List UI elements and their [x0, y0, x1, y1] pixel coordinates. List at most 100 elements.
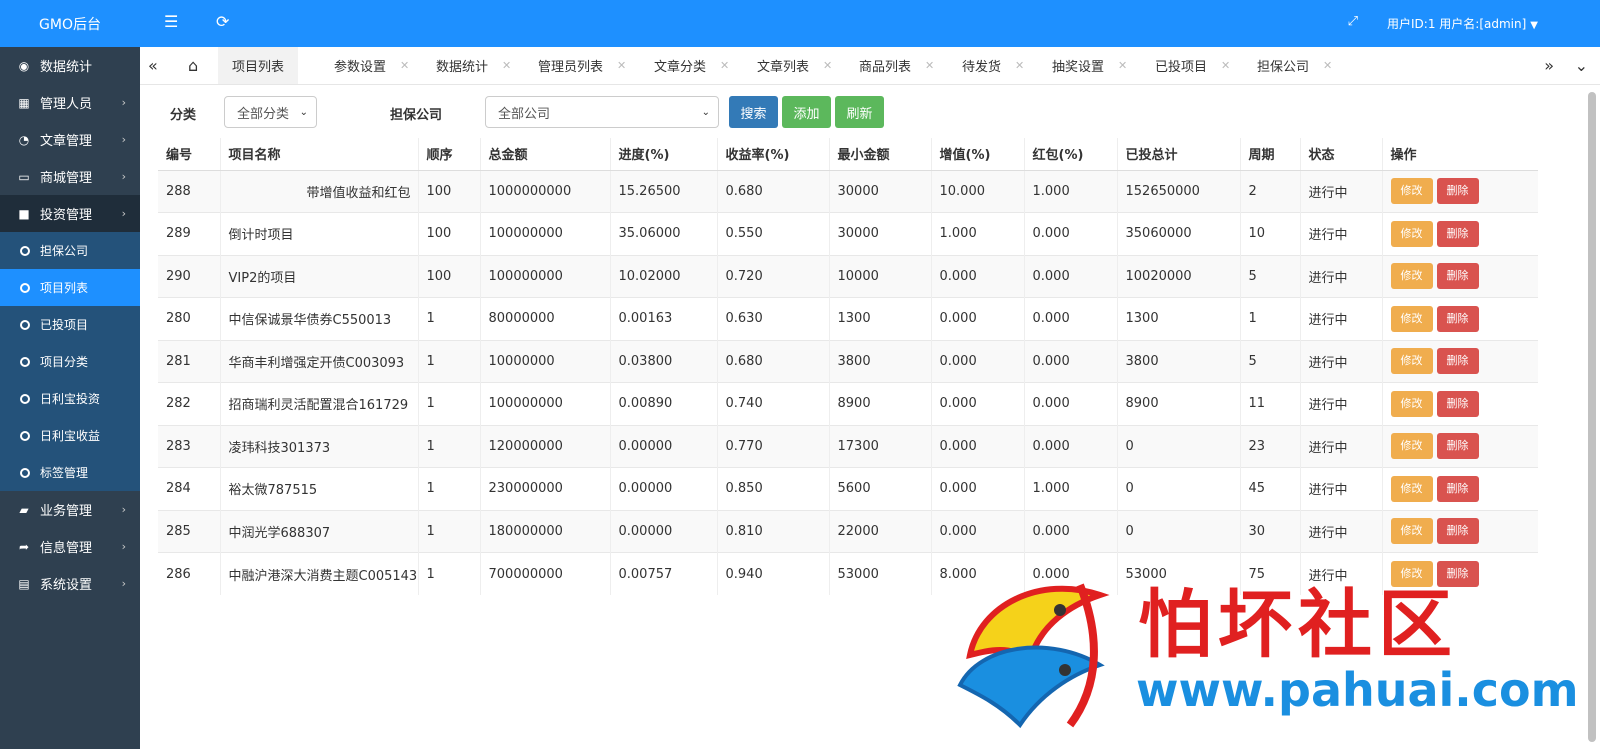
edit-button[interactable]: 修改 [1390, 518, 1433, 545]
vertical-scrollbar[interactable] [1588, 92, 1596, 742]
delete-button[interactable]: 删除 [1436, 305, 1479, 332]
watermark: 怕坏社区 www.pahuai.com [950, 565, 1579, 735]
table-cell: 中融沪港深大消费主题C005143 [219, 552, 418, 595]
table-cell: 100 [417, 212, 480, 255]
table-cell: 中信保诚景华债券C550013 [219, 297, 418, 340]
sidebar-sub-item[interactable]: 标签管理 [0, 454, 140, 491]
chevron-right-icon: › [121, 96, 126, 109]
sidebar-group[interactable]: ▤ 系统设置 › [0, 565, 140, 602]
tab-label: 文章分类 [654, 60, 707, 75]
table-cell: 进行中 [1299, 424, 1382, 468]
tab-item[interactable]: 数据统计 ✕ [436, 47, 511, 84]
search-button[interactable]: 搜索 [729, 96, 778, 128]
category-select[interactable]: 全部分类 ⌄ [224, 96, 317, 128]
company-select[interactable]: 全部公司 ⌄ [485, 96, 719, 128]
close-icon[interactable]: ✕ [925, 59, 934, 72]
sidebar-group-label: 信息管理 [40, 541, 93, 556]
tab-item[interactable]: 商品列表 ✕ [859, 47, 934, 84]
close-icon[interactable]: ✕ [1015, 59, 1024, 72]
table-cell-actions: 修改 删除 [1381, 254, 1538, 298]
edit-button[interactable]: 修改 [1390, 475, 1433, 502]
table-cell-actions: 修改 删除 [1381, 212, 1538, 255]
edit-button[interactable]: 修改 [1390, 263, 1433, 290]
sidebar-sub-item[interactable]: 已投项目 [0, 306, 140, 343]
sidebar-group-label: 数据统计 [40, 60, 93, 75]
sidebar-sub-item[interactable]: 项目列表 [0, 269, 140, 306]
sidebar-sub-item[interactable]: 日利宝投资 [0, 380, 140, 417]
delete-button[interactable]: 删除 [1436, 390, 1479, 417]
sidebar-sub-item[interactable]: 日利宝收益 [0, 417, 140, 454]
tab-item[interactable]: 担保公司 ✕ [1257, 47, 1332, 84]
tab-item[interactable]: 待发货 ✕ [962, 47, 1024, 84]
close-icon[interactable]: ✕ [1118, 59, 1127, 72]
sidebar-group[interactable]: ▭ 商城管理 › [0, 158, 140, 195]
table-cell: 进行中 [1299, 254, 1382, 298]
sidebar-sub-item[interactable]: 项目分类 [0, 343, 140, 380]
close-icon[interactable]: ✕ [1323, 59, 1332, 72]
close-icon[interactable]: ✕ [617, 59, 626, 72]
close-icon[interactable]: ✕ [502, 59, 511, 72]
home-icon[interactable]: ⌂ [188, 56, 198, 75]
laptop-icon: ▭ [18, 169, 30, 184]
tab-item[interactable]: 抽奖设置 ✕ [1052, 47, 1127, 84]
refresh-button[interactable]: 刷新 [835, 96, 884, 128]
table-cell: 281 [158, 339, 220, 383]
tab-dropdown-icon[interactable]: ⌄ [1575, 56, 1588, 75]
edit-button[interactable]: 修改 [1390, 178, 1433, 205]
sidebar-group[interactable]: ▦ 管理人员 › [0, 84, 140, 121]
project-table: 编号 项目名称 顺序 总金额 进度(%) 收益率(%) 最小金额 增值(%) 红包(%) 已投总计… [158, 138, 1538, 595]
tab-item[interactable]: 文章列表 ✕ [757, 47, 832, 84]
fullscreen-icon[interactable]: ⤢ [1348, 14, 1358, 29]
delete-button[interactable]: 删除 [1436, 433, 1479, 460]
column-header: 顺序 [417, 138, 480, 171]
sidebar-sub-item[interactable]: 担保公司 [0, 232, 140, 269]
tab-item[interactable]: 已投项目 ✕ [1155, 47, 1230, 84]
sidebar-group-label: 管理人员 [40, 97, 93, 112]
column-header: 编号 [158, 138, 220, 171]
sidebar-group[interactable]: ➦ 信息管理 › [0, 528, 140, 565]
delete-button[interactable]: 删除 [1436, 263, 1479, 290]
delete-button[interactable]: 删除 [1436, 475, 1479, 502]
tab-scroll-left-icon[interactable]: « [148, 56, 158, 75]
delete-button[interactable]: 删除 [1436, 518, 1479, 545]
table-cell: 5600 [828, 467, 931, 510]
table-cell: 280 [158, 297, 220, 340]
menu-toggle-icon[interactable]: ☰ [164, 12, 178, 31]
add-button[interactable]: 添加 [782, 96, 831, 128]
close-icon[interactable]: ✕ [1221, 59, 1230, 72]
table-cell-actions: 修改 删除 [1381, 424, 1538, 468]
delete-button[interactable]: 删除 [1436, 178, 1479, 205]
edit-button[interactable]: 修改 [1390, 305, 1433, 332]
edit-button[interactable]: 修改 [1390, 220, 1433, 247]
table-cell: 0.680 [716, 169, 829, 213]
edit-button[interactable]: 修改 [1390, 390, 1433, 417]
refresh-icon[interactable]: ⟳ [216, 12, 229, 31]
close-icon[interactable]: ✕ [400, 59, 409, 72]
table-cell: 进行中 [1299, 467, 1382, 510]
edit-button[interactable]: 修改 [1390, 433, 1433, 460]
user-menu[interactable]: 用户ID:1 用户名:[admin] ▼ [1387, 15, 1538, 32]
sidebar-group[interactable]: ◉ 数据统计 [0, 47, 140, 84]
pie-chart-icon: ◔ [18, 132, 30, 147]
table-cell: 中润光学688307 [219, 509, 418, 553]
tab-item[interactable]: 管理员列表 ✕ [538, 47, 626, 84]
table-cell: 100000000 [479, 254, 610, 298]
table-cell: 1 [417, 509, 480, 553]
tab-item[interactable]: 参数设置 ✕ [334, 47, 409, 84]
tab-label: 项目列表 [232, 60, 285, 75]
tab-label: 商品列表 [859, 60, 912, 75]
close-icon[interactable]: ✕ [823, 59, 832, 72]
tab-item[interactable]: 项目列表 [218, 47, 299, 84]
close-icon[interactable]: ✕ [720, 59, 729, 72]
edit-button[interactable]: 修改 [1390, 348, 1433, 375]
tab-scroll-right-icon[interactable]: » [1544, 56, 1554, 75]
tab-item[interactable]: 文章分类 ✕ [654, 47, 729, 84]
delete-button[interactable]: 删除 [1436, 220, 1479, 247]
column-header: 红包(%) [1023, 138, 1117, 171]
delete-button[interactable]: 删除 [1436, 348, 1479, 375]
sidebar-group[interactable]: ◔ 文章管理 › [0, 121, 140, 158]
folder-icon: ■ [18, 206, 30, 221]
sidebar-group[interactable]: ▰ 业务管理 › [0, 491, 140, 528]
sidebar-group[interactable]: ■ 投资管理 › [0, 195, 140, 232]
sidebar-sub-item-label: 担保公司 [40, 244, 89, 258]
